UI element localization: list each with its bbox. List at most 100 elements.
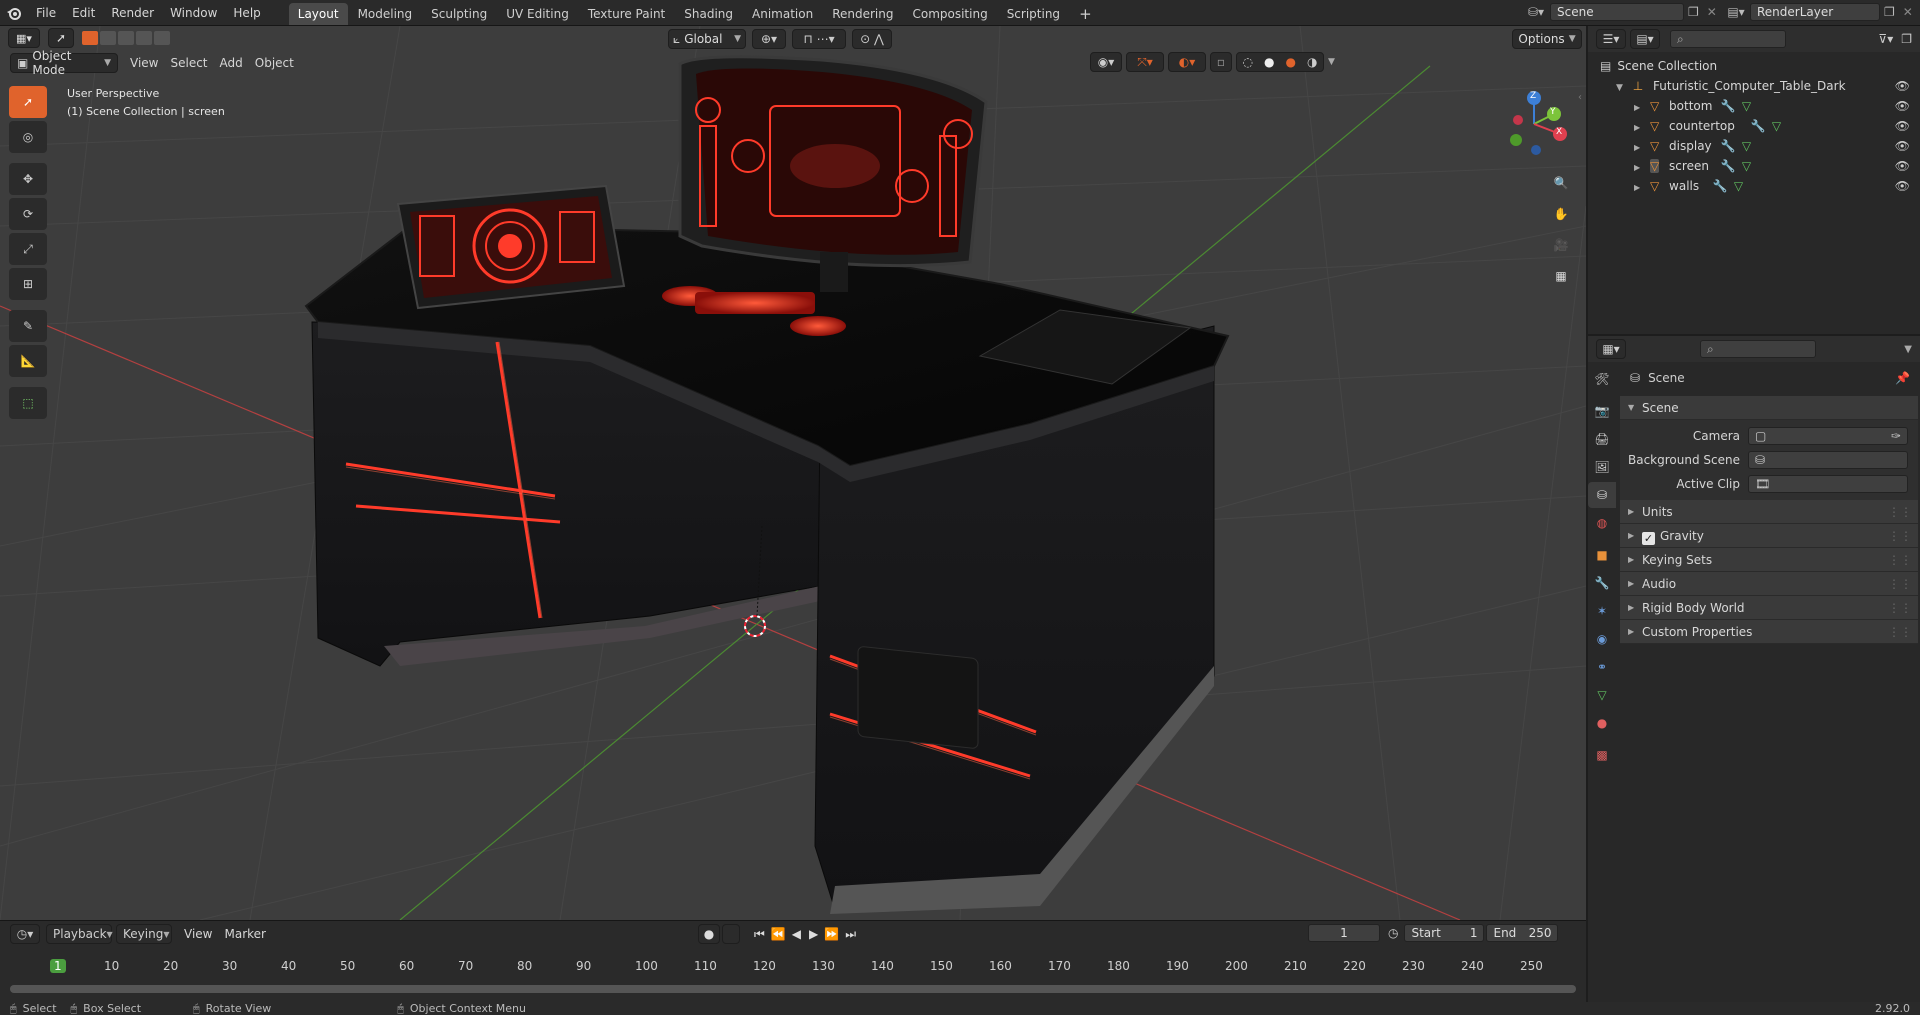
tab-scripting[interactable]: Scripting [998,3,1069,25]
preview-range-clock-icon[interactable]: ◷ [1388,926,1398,940]
tab-texture-paint[interactable]: Texture Paint [579,3,674,25]
panel-units[interactable]: ▶ Units ⋮⋮ [1620,500,1918,524]
tab-render[interactable]: 📷 [1588,398,1616,424]
select-extend-icon[interactable] [100,31,116,45]
outliner-object-walls[interactable]: ▶ ▽ walls 🔧 ▽ 👁 [1588,176,1920,196]
tab-animation[interactable]: Animation [743,3,822,25]
play-reverse-icon[interactable]: ◀ [792,927,801,941]
select-box-tool[interactable]: ➚ [9,86,47,118]
tab-material[interactable]: ● [1588,710,1616,736]
tab-output[interactable]: 🖨 [1588,426,1616,452]
mode-dropdown[interactable]: ▣ Object Mode ▼ [10,49,118,77]
tab-uv-editing[interactable]: UV Editing [497,3,578,25]
gravity-checkbox[interactable]: ✓ [1642,532,1655,545]
camera-field[interactable]: ▢ ✑ [1748,427,1908,445]
drag-handle-icon[interactable]: ⋮⋮ [1888,596,1912,620]
gizmo-toggle-icon[interactable]: ⤧▾ [1126,52,1164,72]
scene-name-field[interactable]: Scene [1550,3,1684,21]
eyedropper-icon[interactable]: ✑ [1891,428,1901,444]
outliner-editor-type-icon[interactable]: ☰▾ [1596,29,1626,49]
tab-sculpting[interactable]: Sculpting [422,3,496,25]
expand-arrow-icon[interactable]: ▶ [1634,183,1640,192]
timeline-editor-type-icon[interactable]: ◷▾ [10,924,40,944]
viewport-menu-add[interactable]: Add [214,53,249,73]
visibility-eye-icon[interactable]: 👁 [1895,136,1910,156]
wireframe-shading-icon[interactable]: ◌ [1243,55,1253,69]
annotate-tool[interactable]: ✎ [9,310,47,342]
tab-shading[interactable]: Shading [675,3,742,25]
drag-handle-icon[interactable]: ⋮⋮ [1888,572,1912,596]
tab-particles[interactable]: ✶ [1588,598,1616,624]
panel-keying-sets[interactable]: ▶ Keying Sets ⋮⋮ [1620,548,1918,572]
3d-viewport[interactable] [0,26,1586,920]
timeline-scrollbar[interactable] [10,985,1576,993]
filter-icon[interactable]: ⊽▾ [1878,32,1893,46]
select-invert-icon[interactable] [136,31,152,45]
view-layer-name-field[interactable]: RenderLayer [1750,3,1880,21]
viewport-menu-select[interactable]: Select [164,53,213,73]
record-button[interactable]: ● [698,924,720,944]
frame-ruler[interactable]: 1 10 20 30 40 50 60 70 80 90 100 110 120 130 140 150 160… [0,955,1586,977]
menu-help[interactable]: Help [225,0,268,26]
menu-window[interactable]: Window [162,0,225,26]
blender-logo-icon[interactable] [0,0,28,26]
viewport-menu-object[interactable]: Object [249,53,300,73]
drag-handle-icon[interactable]: ⋮⋮ [1888,548,1912,572]
expand-arrow-icon[interactable]: ▶ [1634,103,1640,112]
expand-arrow-icon[interactable]: ▶ [1634,123,1640,132]
pivot-point-dropdown[interactable]: ⊕▾ [752,29,786,49]
tab-tool[interactable]: 🛠 [1588,366,1616,392]
panel-audio[interactable]: ▶ Audio ⋮⋮ [1620,572,1918,596]
options-chevron-icon[interactable]: ▼ [1904,344,1912,355]
jump-start-icon[interactable]: ⏮ [754,927,765,942]
timeline-menu-view[interactable]: View [178,924,218,944]
measure-tool[interactable]: 📐 [9,345,47,377]
tab-view-layer[interactable]: 🖼 [1588,454,1616,480]
outliner-object-display[interactable]: ▶ ▽ display 🔧 ▽ 👁 [1588,136,1920,156]
copy-view-layer-icon[interactable]: ❐ [1884,5,1895,19]
menu-edit[interactable]: Edit [64,0,103,26]
current-frame-field[interactable]: 1 [1308,924,1380,942]
scene-icon[interactable]: ⛁▾ [1522,5,1550,19]
viewport-menu-view[interactable]: View [124,53,164,73]
auto-keying-button[interactable] [722,924,740,944]
new-collection-icon[interactable]: ❐ [1901,32,1912,46]
tab-constraints[interactable]: ⚭ [1588,654,1616,680]
drag-handle-icon[interactable]: ⋮⋮ [1888,620,1912,644]
menu-render[interactable]: Render [103,0,162,26]
menu-file[interactable]: File [28,0,64,26]
playback-dropdown[interactable]: Playback ▼ [46,924,113,944]
end-frame-field[interactable]: End 250 [1486,924,1559,942]
tab-world[interactable]: ◍ [1588,510,1616,536]
tab-data[interactable]: ▽ [1588,682,1616,708]
scrollbar-thumb[interactable] [10,985,1576,993]
sidebar-toggle-arrow-icon[interactable]: ‹ [1578,92,1582,103]
outliner-object-countertop[interactable]: ▶ ▽ countertop 🔧 ▽ 👁 [1588,116,1920,136]
panel-scene-header[interactable]: ▼ Scene [1620,396,1918,420]
tab-compositing[interactable]: Compositing [903,3,996,25]
panel-rigid-body-world[interactable]: ▶ Rigid Body World ⋮⋮ [1620,596,1918,620]
select-subtract-icon[interactable] [118,31,134,45]
visibility-eye-icon[interactable]: 👁 [1895,156,1910,176]
panel-custom-properties[interactable]: ▶ Custom Properties ⋮⋮ [1620,620,1918,644]
delete-scene-icon[interactable]: ✕ [1707,5,1717,19]
tab-rendering[interactable]: Rendering [823,3,902,25]
navigation-gizmo[interactable]: Z Y X [1498,88,1570,168]
tab-physics[interactable]: ◉ [1588,626,1616,652]
tab-layout[interactable]: Layout [288,2,348,25]
rendered-shading-icon[interactable]: ◑ [1307,55,1317,69]
xray-toggle-icon[interactable]: ▫ [1210,52,1232,72]
select-tool-button[interactable]: ➚ [48,28,74,48]
add-workspace-button[interactable]: + [1070,3,1101,25]
prev-keyframe-icon[interactable]: ⏪ [771,927,786,941]
expand-arrow-icon[interactable]: ▶ [1634,143,1640,152]
outliner-search-input[interactable]: ⌕ [1670,30,1786,48]
shading-options-icon[interactable]: ▼ [1328,57,1335,67]
solid-shading-icon[interactable]: ● [1264,55,1274,69]
proportional-edit-dropdown[interactable]: ⊙ ⋀ [852,29,892,49]
active-clip-field[interactable]: 🎞 [1748,475,1908,493]
transform-tool[interactable]: ⊞ [9,268,47,300]
visibility-eye-icon[interactable]: 👁 [1895,76,1910,96]
drag-handle-icon[interactable]: ⋮⋮ [1888,500,1912,524]
timeline-menu-marker[interactable]: Marker [218,924,271,944]
